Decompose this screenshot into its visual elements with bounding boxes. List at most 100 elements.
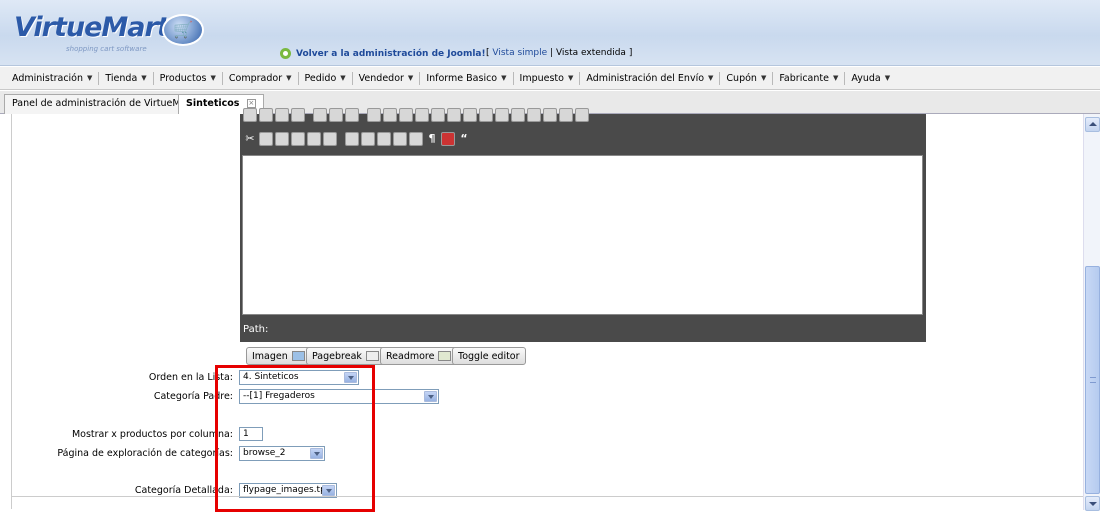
tab-panel-administracion[interactable]: Panel de administración de VirtueMart bbox=[4, 94, 203, 114]
editor-tool-button[interactable] bbox=[447, 108, 461, 122]
menu-label: Fabricante bbox=[779, 72, 829, 84]
menu-administracion[interactable]: Administración ▼ bbox=[6, 71, 100, 85]
orden-select[interactable]: 4. Sinteticos bbox=[239, 370, 359, 385]
pagina-exploracion-select[interactable]: browse_2 bbox=[239, 446, 325, 461]
button-label: Imagen bbox=[252, 350, 288, 362]
dropdown-arrow-icon bbox=[424, 391, 437, 402]
header: VirtueMart shopping cart software Volver… bbox=[0, 0, 1100, 66]
scroll-down-icon[interactable] bbox=[1085, 496, 1100, 511]
editor-content-area[interactable] bbox=[242, 155, 923, 315]
pagebreak-icon bbox=[365, 351, 379, 361]
menu-fabricante[interactable]: Fabricante ▼ bbox=[773, 71, 846, 85]
row-icon[interactable] bbox=[361, 132, 375, 146]
editor-tool-button[interactable] bbox=[345, 108, 359, 122]
html-source-icon[interactable] bbox=[441, 132, 455, 146]
editor-tool-button[interactable] bbox=[367, 108, 381, 122]
button-label: Pagebreak bbox=[312, 350, 362, 362]
menu-cupon[interactable]: Cupón ▼ bbox=[720, 71, 774, 85]
editor-tool-button[interactable] bbox=[291, 108, 305, 122]
editor-tool-button[interactable] bbox=[415, 108, 429, 122]
menu-productos[interactable]: Productos ▼ bbox=[154, 71, 223, 85]
insert-image-button[interactable]: Imagen bbox=[246, 347, 311, 365]
dropdown-arrow-icon bbox=[322, 485, 335, 496]
column-icon[interactable] bbox=[377, 132, 391, 146]
editor-tool-button[interactable] bbox=[575, 108, 589, 122]
copy-icon[interactable] bbox=[259, 132, 273, 146]
menu-label: Administración bbox=[12, 72, 84, 84]
menu-label: Cupón bbox=[726, 72, 757, 84]
editor-tool-button[interactable] bbox=[383, 108, 397, 122]
menu-label: Pedido bbox=[304, 72, 337, 84]
menu-comprador[interactable]: Comprador ▼ bbox=[223, 71, 299, 85]
select-value: --[1] Fregaderos bbox=[243, 391, 315, 401]
editor-tool-button[interactable] bbox=[243, 108, 257, 122]
back-arrow-icon bbox=[280, 48, 291, 59]
close-icon[interactable]: × bbox=[246, 99, 256, 108]
toggle-editor-button[interactable]: Toggle editor bbox=[452, 347, 526, 365]
main-menu: Administración ▼ Tienda ▼ Productos ▼ Compr… bbox=[0, 67, 1100, 90]
scrollbar-thumb[interactable] bbox=[1085, 266, 1100, 494]
toolbar-separator bbox=[339, 132, 343, 146]
view-switch: [ Vista simple | Vista extendida ] bbox=[486, 48, 632, 58]
editor-tool-button[interactable] bbox=[543, 108, 557, 122]
blockquote-icon[interactable]: “ bbox=[457, 132, 471, 146]
menu-envio[interactable]: Administración del Envío ▼ bbox=[580, 71, 721, 85]
editor-tool-button[interactable] bbox=[511, 108, 525, 122]
merge-icon[interactable] bbox=[393, 132, 407, 146]
editor-tool-button[interactable] bbox=[313, 108, 327, 122]
panel-divider bbox=[11, 496, 1083, 497]
menu-label: Comprador bbox=[228, 72, 283, 84]
editor-tool-button[interactable] bbox=[559, 108, 573, 122]
chevron-down-icon: ▼ bbox=[141, 74, 147, 82]
menu-label: Productos bbox=[159, 72, 207, 84]
tab-label: Sinteticos bbox=[186, 98, 240, 109]
menu-tienda[interactable]: Tienda ▼ bbox=[99, 71, 154, 85]
pagebreak-button[interactable]: Pagebreak bbox=[306, 347, 385, 365]
editor-tool-button[interactable] bbox=[259, 108, 273, 122]
vertical-scrollbar[interactable] bbox=[1083, 114, 1100, 511]
editor-tool-button[interactable] bbox=[463, 108, 477, 122]
extended-view-label: Vista extendida bbox=[555, 48, 626, 58]
select-all-icon[interactable] bbox=[323, 132, 337, 146]
menu-vendedor[interactable]: Vendedor ▼ bbox=[353, 71, 421, 85]
readmore-button[interactable]: Readmore bbox=[380, 347, 458, 365]
scroll-up-icon[interactable] bbox=[1085, 117, 1100, 132]
editor-toolbar-row-1 bbox=[243, 108, 589, 122]
rich-text-editor: ✂ ¶ “ Path: bbox=[240, 108, 926, 342]
editor-tool-button[interactable] bbox=[431, 108, 445, 122]
virtuemart-logo[interactable]: VirtueMart shopping cart software bbox=[14, 12, 204, 53]
paragraph-icon[interactable]: ¶ bbox=[425, 132, 439, 146]
menu-pedido[interactable]: Pedido ▼ bbox=[299, 71, 353, 85]
editor-tool-button[interactable] bbox=[399, 108, 413, 122]
categoria-padre-label: Categoría Padre: bbox=[153, 391, 233, 402]
editor-tool-button[interactable] bbox=[527, 108, 541, 122]
editor-tool-button[interactable] bbox=[329, 108, 343, 122]
editor-tool-button[interactable] bbox=[275, 108, 289, 122]
table-icon[interactable] bbox=[345, 132, 359, 146]
paste-icon[interactable] bbox=[275, 132, 289, 146]
menu-label: Administración del Envío bbox=[586, 72, 705, 84]
paste-text-icon[interactable] bbox=[291, 132, 305, 146]
orden-label: Orden en la Lista: bbox=[148, 372, 233, 383]
select-value: flypage_images.tpl bbox=[243, 485, 329, 495]
dropdown-arrow-icon bbox=[344, 372, 357, 383]
menu-ayuda[interactable]: Ayuda ▼ bbox=[845, 72, 896, 85]
split-icon[interactable] bbox=[409, 132, 423, 146]
image-icon bbox=[291, 351, 305, 361]
productos-por-columna-input[interactable]: 1 bbox=[239, 427, 263, 441]
cut-icon[interactable]: ✂ bbox=[243, 132, 257, 146]
menu-informe-basico[interactable]: Informe Basico ▼ bbox=[420, 71, 514, 85]
simple-view-link[interactable]: Vista simple bbox=[492, 48, 547, 58]
menu-label: Informe Basico bbox=[426, 72, 498, 84]
categoria-padre-select[interactable]: --[1] Fregaderos bbox=[239, 389, 439, 404]
toolbar-separator bbox=[307, 108, 311, 122]
editor-tool-button[interactable] bbox=[479, 108, 493, 122]
paste-word-icon[interactable] bbox=[307, 132, 321, 146]
editor-path-label: Path: bbox=[243, 324, 269, 335]
editor-tool-button[interactable] bbox=[495, 108, 509, 122]
back-link-label: Volver a la administración de Joomla! bbox=[296, 48, 486, 59]
tab-label: Panel de administración de VirtueMart bbox=[12, 98, 195, 109]
menu-impuesto[interactable]: Impuesto ▼ bbox=[514, 71, 581, 85]
back-to-joomla-link[interactable]: Volver a la administración de Joomla! bbox=[280, 48, 486, 59]
chevron-down-icon: ▼ bbox=[708, 74, 714, 82]
